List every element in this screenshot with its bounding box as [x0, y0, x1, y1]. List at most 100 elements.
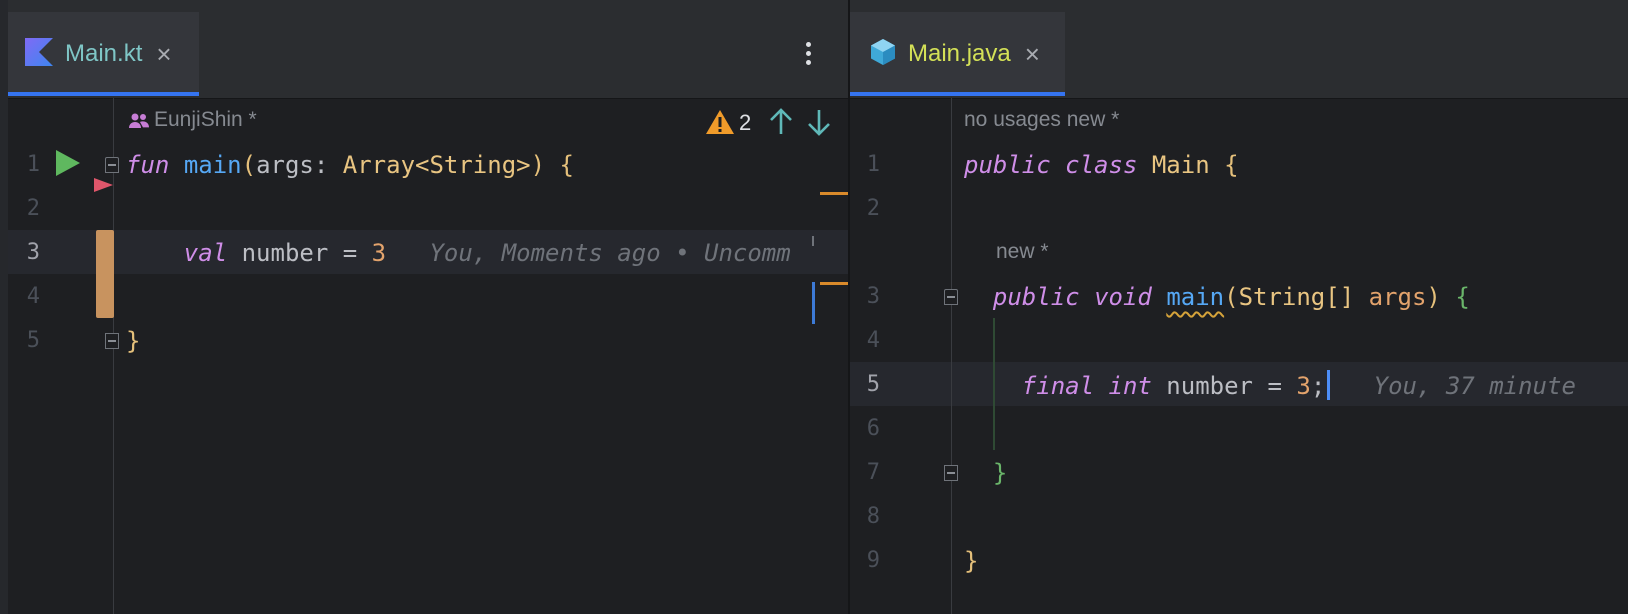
vcs-modified-marker[interactable]: [96, 230, 114, 318]
code-token: {: [559, 151, 574, 179]
scrollbar-thumb[interactable]: [812, 282, 815, 324]
active-tab-indicator: [8, 92, 199, 96]
fold-start-icon[interactable]: [105, 157, 119, 173]
code-token: ): [1426, 283, 1441, 311]
code-token: void: [1094, 283, 1152, 311]
code-token: val: [183, 239, 228, 267]
tool-window-strip: [0, 0, 8, 614]
line-number: 2: [26, 196, 40, 221]
code-token: String[]: [1238, 283, 1369, 311]
fold-end-icon[interactable]: [944, 465, 958, 481]
next-highlight-icon[interactable]: [806, 108, 832, 141]
scrollbar-warning-marker[interactable]: [820, 192, 848, 195]
code-token: ;: [1310, 372, 1326, 400]
tab-main-kt[interactable]: Main.kt ×: [8, 12, 199, 96]
line-number: 4: [26, 284, 40, 309]
more-options-icon[interactable]: [806, 42, 812, 66]
java-class-icon: [870, 38, 896, 71]
code-token: args: [1368, 283, 1427, 311]
code-token: int: [1108, 372, 1152, 400]
git-blame-hint[interactable]: You, 37 minute: [1330, 372, 1576, 400]
code-line[interactable]: }: [964, 458, 1007, 488]
code-line[interactable]: public class Main {: [964, 150, 1239, 180]
active-tab-indicator: [850, 92, 1065, 96]
line-number: 2: [866, 196, 880, 221]
code-token: args:: [256, 151, 343, 179]
code-token: }: [126, 327, 141, 355]
code-token: ): [530, 151, 546, 179]
code-token: }: [964, 547, 979, 575]
kotlin-editor-pane: Main.kt × EunjiShin * 2 1 2 3 4 5 fun ma…: [8, 0, 848, 614]
code-token: }: [992, 459, 1008, 487]
line-number: 3: [26, 240, 40, 265]
tab-label: Main.java: [908, 40, 1011, 67]
left-tab-bar: Main.kt ×: [8, 0, 848, 99]
code-token: public: [964, 151, 1051, 179]
code-line[interactable]: public void main(String[] args) {: [964, 282, 1470, 312]
warning-icon[interactable]: [705, 109, 735, 140]
code-line[interactable]: }: [964, 546, 978, 576]
code-token: main: [183, 151, 242, 179]
code-line[interactable]: final int number = 3; You, 37 minute: [964, 370, 1576, 401]
line-number: 5: [26, 328, 40, 353]
author-icon: [128, 112, 150, 135]
code-token: 3: [371, 239, 387, 267]
close-tab-icon[interactable]: ×: [1025, 41, 1040, 67]
warning-count: 2: [739, 110, 752, 135]
line-number: 1: [866, 152, 880, 177]
tab-label: Main.kt: [65, 40, 143, 67]
code-vision-hint[interactable]: no usages new *: [964, 108, 1119, 132]
close-tab-icon[interactable]: ×: [156, 41, 171, 67]
code-token: {: [1455, 283, 1470, 311]
scrollbar-change-marker[interactable]: [812, 236, 814, 246]
line-number: 5: [866, 372, 880, 397]
line-number: 1: [26, 152, 40, 177]
tab-main-java[interactable]: Main.java ×: [850, 12, 1065, 96]
code-token: {: [1224, 151, 1239, 179]
line-number: 3: [866, 284, 880, 309]
right-tab-bar: Main.java ×: [850, 0, 1628, 99]
line-number: 9: [866, 548, 880, 573]
line-number: 7: [866, 460, 880, 485]
author-label[interactable]: EunjiShin *: [154, 108, 257, 132]
code-token: fun: [126, 151, 170, 179]
code-token: 3: [1296, 372, 1311, 400]
run-icon[interactable]: [54, 148, 82, 183]
code-token: Main: [1151, 151, 1210, 179]
code-token: final: [1021, 372, 1095, 400]
fold-start-icon[interactable]: [944, 289, 958, 305]
java-editor-pane: Main.java × no usages new * new * 1 2 3 …: [850, 0, 1628, 614]
code-line[interactable]: val number = 3 You, Moments ago • Uncomm: [126, 238, 791, 268]
code-line[interactable]: }: [126, 326, 140, 356]
code-vision-hint[interactable]: new *: [996, 240, 1049, 264]
code-token: (: [1224, 283, 1239, 311]
gutter-separator: [951, 98, 952, 614]
code-token: number =: [227, 239, 372, 267]
scrollbar-warning-marker[interactable]: [820, 282, 848, 285]
breakpoint-marker-icon[interactable]: [94, 176, 114, 199]
code-line[interactable]: fun main(args: Array<String>) {: [126, 150, 574, 180]
line-number: 8: [866, 504, 880, 529]
kotlin-file-icon: [25, 37, 53, 71]
code-token: class: [1065, 151, 1138, 179]
line-number: 6: [866, 416, 880, 441]
code-token: number =: [1151, 372, 1297, 400]
previous-highlight-icon[interactable]: [768, 108, 794, 141]
git-blame-hint[interactable]: You, Moments ago • Uncomm: [386, 239, 790, 267]
fold-end-icon[interactable]: [105, 333, 119, 349]
code-token: (: [241, 151, 257, 179]
line-number: 4: [866, 328, 880, 353]
code-token: public: [992, 283, 1080, 311]
